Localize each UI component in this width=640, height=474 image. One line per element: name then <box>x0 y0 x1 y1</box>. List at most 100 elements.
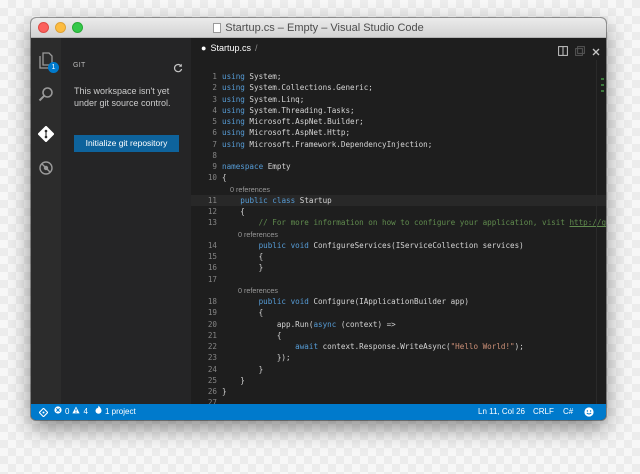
code-line: 19 { <box>191 307 606 318</box>
line-number: 9 <box>212 162 217 171</box>
overview-ruler[interactable] <box>596 60 606 404</box>
line-number: 1 <box>212 72 217 81</box>
line-text: }); <box>222 353 291 363</box>
line-number: 24 <box>207 364 217 374</box>
code-line-current: 11 public class Startup <box>191 194 606 206</box>
line-text: await context.Response.WriteAsync("Hello… <box>295 342 524 351</box>
code-line: 24 } <box>191 364 606 375</box>
line-number: 6 <box>212 128 217 138</box>
activity-bar: 1 <box>31 38 61 404</box>
git-icon[interactable] <box>36 124 56 144</box>
minimize-window-button[interactable] <box>55 22 66 33</box>
search-icon[interactable] <box>36 84 56 104</box>
code-line: 1 using System; <box>191 71 606 82</box>
code-lens: 0 references <box>191 285 606 296</box>
code-line: 2 using System.Collections.Generic; <box>191 82 606 93</box>
sidebar-title: GIT <box>73 62 86 69</box>
line-text: namespace Empty <box>222 162 291 171</box>
line-number: 25 <box>207 375 217 385</box>
change-marker <box>601 90 604 92</box>
code-line: 18 public void Configure(IApplicationBui… <box>191 296 606 307</box>
code-line: 23 }); <box>191 352 606 363</box>
code-line: 27 <box>191 397 606 404</box>
code-line: 8 <box>191 150 606 161</box>
initialize-git-repository-button[interactable]: Initialize git repository <box>74 135 179 152</box>
code-line: 10 { <box>191 172 606 183</box>
line-text: public void ConfigureServices(IServiceCo… <box>258 240 524 250</box>
code-line: 4 using System.Threading.Tasks; <box>191 105 606 116</box>
line-number: 21 <box>207 330 217 340</box>
change-marker <box>601 78 604 80</box>
refresh-icon[interactable] <box>173 60 183 78</box>
feedback-smiley-icon[interactable] <box>584 404 594 420</box>
warning-icon <box>72 404 81 420</box>
line-number: 15 <box>207 252 217 261</box>
references-code-lens[interactable]: 0 references <box>222 285 278 296</box>
problems-indicator[interactable]: 0 4 <box>54 404 88 420</box>
editor-tab-bar: ● Startup.cs / <box>191 38 606 60</box>
code-line: 22 await context.Response.WriteAsync("He… <box>191 341 606 352</box>
document-icon <box>213 22 222 33</box>
code-line: 20 app.Run(async (context) => <box>191 319 606 330</box>
line-text: app.Run(async (context) => <box>222 319 396 329</box>
debug-icon[interactable] <box>36 158 56 178</box>
code-line: 16 } <box>191 262 606 273</box>
flame-icon <box>95 404 102 420</box>
line-text: using System.Collections.Generic; <box>222 83 373 93</box>
line-number: 12 <box>207 207 217 216</box>
project-selector[interactable]: 1 project <box>95 404 136 420</box>
line-number: 27 <box>207 398 217 404</box>
files-icon[interactable]: 1 <box>36 50 59 73</box>
code-line: 5 using Microsoft.AspNet.Builder; <box>191 116 606 127</box>
error-count: 0 <box>65 407 70 416</box>
split-editor-icon[interactable] <box>558 43 568 61</box>
line-text: public class Startup <box>240 195 332 205</box>
editor-group: ● Startup.cs / 1 using System; 2 using Sys… <box>191 38 606 404</box>
code-line: 7 using Microsoft.Framework.DependencyInj… <box>191 139 606 150</box>
line-number: 5 <box>212 117 217 126</box>
code-line: 6 using Microsoft.AspNet.Http; <box>191 127 606 138</box>
line-number: 10 <box>207 173 217 183</box>
cursor-position[interactable]: Ln 11, Col 26 <box>478 404 525 420</box>
sync-icon[interactable] <box>39 404 48 420</box>
maximize-window-button[interactable] <box>72 22 83 33</box>
code-line: 9 namespace Empty <box>191 161 606 172</box>
references-code-lens[interactable]: 0 references <box>222 229 278 240</box>
files-badge: 1 <box>48 62 59 73</box>
git-sidebar: GIT This workspace isn't yet under git s… <box>61 38 191 404</box>
window-title: Startup.cs – Empty – Visual Studio Code <box>213 22 424 34</box>
line-text: // For more information on how to config… <box>258 218 606 228</box>
line-number: 11 <box>207 195 217 205</box>
line-text: { <box>222 173 227 183</box>
open-changes-icon[interactable] <box>575 43 585 61</box>
line-text: } <box>222 387 227 396</box>
line-text: { <box>222 330 282 340</box>
code-line: 12 { <box>191 206 606 217</box>
line-ending-selector[interactable]: CRLF <box>533 404 554 420</box>
line-number: 17 <box>207 274 217 284</box>
close-window-button[interactable] <box>38 22 49 33</box>
line-number: 26 <box>207 387 217 396</box>
line-number: 23 <box>207 353 217 363</box>
line-number: 13 <box>207 218 217 228</box>
line-text: using Microsoft.AspNet.Http; <box>222 128 351 138</box>
code-lens: 0 references <box>191 184 606 195</box>
close-editor-icon[interactable] <box>592 43 600 61</box>
tab-path: / <box>254 43 258 53</box>
line-number: 14 <box>207 240 217 250</box>
line-number: 22 <box>207 342 217 351</box>
code-line: 14 public void ConfigureServices(IServic… <box>191 240 606 251</box>
line-text: using Microsoft.Framework.DependencyInje… <box>222 139 433 149</box>
error-icon <box>54 404 62 420</box>
references-code-lens[interactable]: 0 references <box>222 184 270 195</box>
tab-startup-cs[interactable]: ● Startup.cs / <box>201 43 257 53</box>
line-text: using Microsoft.AspNet.Builder; <box>222 117 364 126</box>
status-bar: 0 4 1 project Ln 11, Col 26 CRLF C# <box>31 404 606 420</box>
line-text: } <box>222 364 264 374</box>
code-line: 13 // For more information on how to con… <box>191 217 606 228</box>
line-number: 20 <box>207 319 217 329</box>
language-mode-selector[interactable]: C# <box>563 404 573 420</box>
window-controls <box>38 22 83 33</box>
line-text: using System.Linq; <box>222 94 305 104</box>
code-area[interactable]: 1 using System; 2 using System.Collections… <box>191 71 606 404</box>
